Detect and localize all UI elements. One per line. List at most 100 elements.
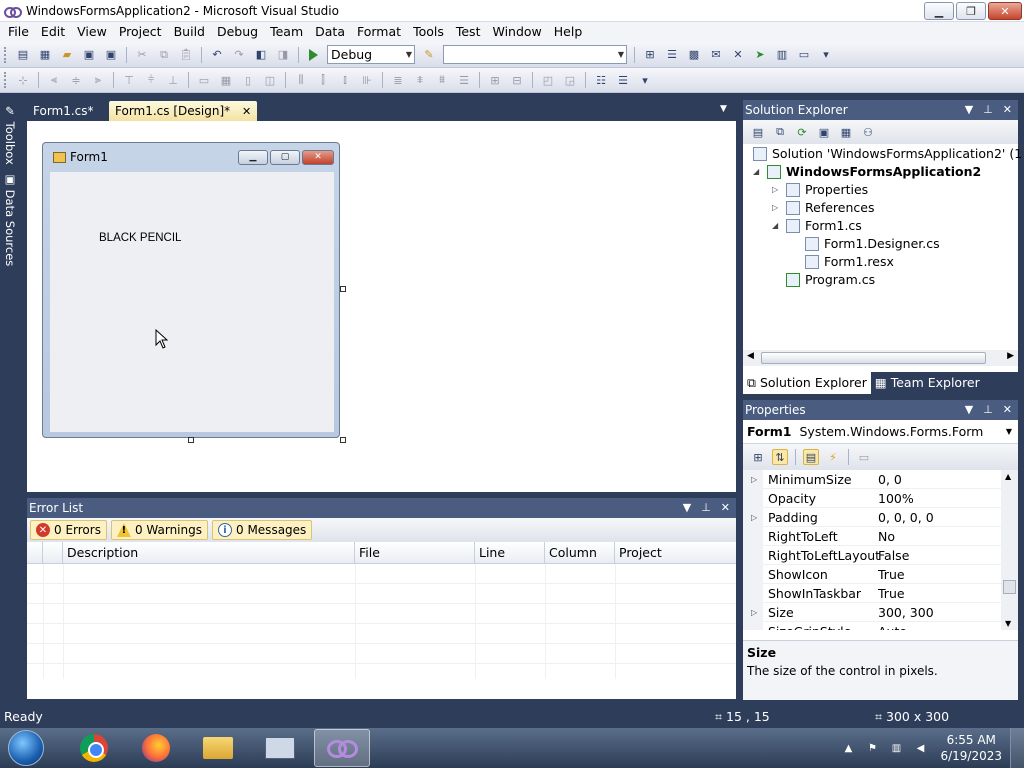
errors-filter-button[interactable]: ✕ 0 Errors [30, 520, 107, 540]
horizontal-spacing-increase-icon[interactable]: ⫿ [315, 72, 331, 88]
menu-team[interactable]: Team [264, 22, 309, 42]
align-centers-icon[interactable]: ≑ [68, 72, 84, 88]
tree-node-project[interactable]: ◢ WindowsFormsApplication2 [753, 164, 981, 179]
property-row-righttoleftlayout[interactable]: RightToLeftLayout False [743, 546, 1001, 565]
taskbar-file-explorer[interactable] [190, 729, 246, 767]
property-row-sizegripstyle[interactable]: SizeGripStyle Auto [743, 622, 1001, 630]
align-rights-icon[interactable]: ⫸ [90, 72, 106, 88]
taskbar-visual-studio[interactable] [314, 729, 370, 767]
tree-node-form1-resx[interactable]: Form1.resx [805, 254, 894, 269]
column-header-category[interactable] [27, 542, 43, 564]
align-tops-icon[interactable]: ⊤ [121, 72, 137, 88]
undo-icon[interactable]: ↶ [209, 47, 225, 63]
center-horizontally-icon[interactable]: ⊞ [487, 72, 503, 88]
menu-view[interactable]: View [71, 22, 113, 42]
active-files-dropdown-icon[interactable]: ▼ [720, 104, 727, 114]
collapse-icon[interactable]: ◢ [753, 167, 767, 176]
volume-icon[interactable]: ◀ [913, 741, 927, 755]
menu-data[interactable]: Data [309, 22, 351, 42]
expand-icon[interactable]: ▷ [772, 203, 786, 212]
make-same-size-icon[interactable]: ◫ [262, 72, 278, 88]
property-row-size[interactable]: ▷ Size 300, 300 [743, 603, 1001, 622]
taskbar-firefox[interactable] [128, 729, 184, 767]
tree-node-form1-designer[interactable]: Form1.Designer.cs [805, 236, 940, 251]
show-desktop-button[interactable] [1010, 728, 1024, 768]
tree-node-references[interactable]: ▷ References [772, 200, 874, 215]
property-row-padding[interactable]: ▷ Padding 0, 0, 0, 0 [743, 508, 1001, 527]
property-grid-vscrollbar[interactable]: ▲ ▼ [1001, 470, 1018, 630]
cut-icon[interactable]: ✂ [134, 47, 150, 63]
property-row-righttoleft[interactable]: RightToLeft No [743, 527, 1001, 546]
horizontal-spacing-equal-icon[interactable]: ⫼ [293, 72, 309, 88]
resize-handle-bottom[interactable] [188, 437, 194, 443]
size-to-grid-icon[interactable]: ▦ [218, 72, 234, 88]
scroll-up-icon[interactable]: ▲ [1005, 472, 1011, 481]
resize-handle-right[interactable] [340, 286, 346, 292]
vertical-spacing-decrease-icon[interactable]: ⩩ [434, 72, 450, 88]
properties-view-icon[interactable]: ▤ [803, 449, 819, 465]
find-combo[interactable]: ▼ [443, 45, 627, 64]
property-value[interactable]: No [878, 527, 895, 546]
close-icon[interactable]: ✕ [1003, 400, 1012, 420]
collapse-icon[interactable]: ◢ [772, 221, 786, 230]
paste-icon[interactable]: 📋︎ [178, 47, 194, 63]
property-value[interactable]: Auto [878, 622, 907, 630]
align-to-grid-icon[interactable]: ⊹ [15, 72, 31, 88]
vertical-spacing-increase-icon[interactable]: ⩨ [412, 72, 428, 88]
label-control[interactable]: BLACK PENCIL [99, 232, 181, 244]
menu-file[interactable]: File [2, 22, 35, 42]
tree-node-program-cs[interactable]: Program.cs [786, 272, 875, 287]
navigate-forward-icon[interactable]: ◨ [275, 47, 291, 63]
form-designer-surface[interactable]: Form1 ▁ ▢ ✕ BLACK PENCIL [27, 121, 736, 492]
property-value[interactable]: True [878, 565, 905, 584]
show-all-files-icon[interactable]: ⧉ [772, 124, 788, 140]
object-selector[interactable]: Form1 System.Windows.Forms.Form ▼ [743, 420, 1018, 444]
property-value[interactable]: 300, 300 [878, 603, 934, 622]
minimize-button[interactable]: ▁ [924, 2, 954, 20]
refresh-icon[interactable]: ⟳ [794, 124, 810, 140]
open-file-icon[interactable]: ▰ [59, 47, 75, 63]
save-icon[interactable]: ▣ [81, 47, 97, 63]
start-page-icon[interactable]: ➤ [752, 47, 768, 63]
property-row-opacity[interactable]: Opacity 100% [743, 489, 1001, 508]
property-value[interactable]: 0, 0 [878, 470, 902, 489]
make-same-width-icon[interactable]: ▭ [196, 72, 212, 88]
class-diagram-icon[interactable]: ⚇ [860, 124, 876, 140]
tab-form1-design[interactable]: Form1.cs [Design]* ✕ [109, 101, 258, 121]
toolbar-grip[interactable] [4, 46, 8, 63]
menu-help[interactable]: Help [548, 22, 589, 42]
solution-configuration-select[interactable]: Debug ▼ [327, 45, 415, 64]
send-to-back-icon[interactable]: ◲ [562, 72, 578, 88]
column-header-project[interactable]: Project [615, 542, 736, 564]
window-position-icon[interactable]: ▼ [965, 100, 973, 120]
toolbox-tab[interactable]: ✎ Toolbox [3, 104, 17, 165]
copy-icon[interactable]: ⧉ [156, 47, 172, 63]
toolbar-grip[interactable] [4, 72, 8, 88]
property-value[interactable]: False [878, 546, 909, 565]
property-pages-icon[interactable]: ▭ [856, 449, 872, 465]
new-project-icon[interactable]: ▤ [15, 47, 31, 63]
column-header-line[interactable]: Line [475, 542, 545, 564]
menu-test[interactable]: Test [450, 22, 487, 42]
extension-manager-icon[interactable]: ▥ [774, 47, 790, 63]
property-value[interactable]: 100% [878, 489, 914, 508]
menu-window[interactable]: Window [486, 22, 547, 42]
alphabetical-icon[interactable]: ⇅ [772, 449, 788, 465]
toolbox-icon[interactable]: ✉ [708, 47, 724, 63]
window-position-icon[interactable]: ▼ [683, 498, 691, 518]
view-designer-icon[interactable]: ▦ [838, 124, 854, 140]
data-sources-tab[interactable]: ▣ Data Sources [3, 172, 17, 266]
add-item-icon[interactable]: ▦ [37, 47, 53, 63]
navigate-backward-icon[interactable]: ◧ [253, 47, 269, 63]
redo-icon[interactable]: ↷ [231, 47, 247, 63]
column-header-file[interactable]: File [355, 542, 475, 564]
tab-solution-explorer[interactable]: ⧉ Solution Explorer [743, 372, 871, 394]
property-row-minimumsize[interactable]: ▷ MinimumSize 0, 0 [743, 470, 1001, 489]
start-button[interactable] [8, 730, 44, 766]
toolbar-options-icon[interactable]: ▾ [818, 47, 834, 63]
command-window-icon[interactable]: ▭ [796, 47, 812, 63]
property-row-showintaskbar[interactable]: ShowInTaskbar True [743, 584, 1001, 603]
form1-window[interactable]: Form1 ▁ ▢ ✕ BLACK PENCIL [42, 142, 340, 438]
toolbar-options-icon[interactable]: ▾ [637, 72, 653, 88]
scroll-down-icon[interactable]: ▼ [1005, 619, 1011, 628]
